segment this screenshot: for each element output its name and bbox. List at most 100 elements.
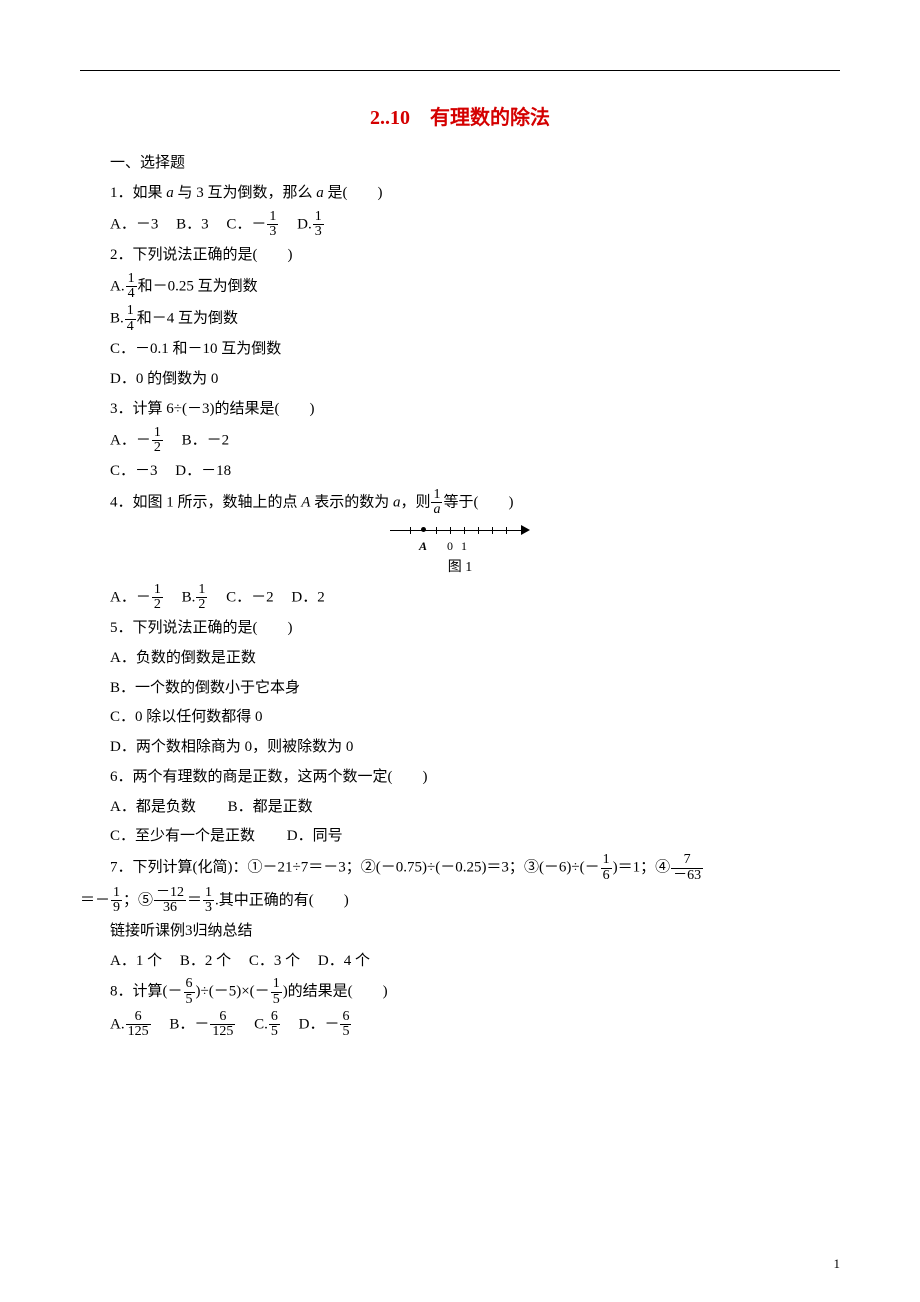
num: 1 <box>203 886 214 901</box>
text: 是( ) <box>324 185 383 201</box>
opt-b: B．－2 <box>182 432 230 448</box>
frac: 14 <box>126 272 137 302</box>
num: 6 <box>126 1010 151 1025</box>
q4-options: A．－12 B.12 C．－2 D．2 <box>80 583 840 613</box>
opt-d: D．－18 <box>175 463 231 479</box>
text: )＝1；④ <box>613 860 671 876</box>
num: 7 <box>671 853 703 868</box>
q2-opt-c: C．－0.1 和－10 互为倒数 <box>80 336 840 364</box>
num: 1 <box>111 886 122 901</box>
opt-a: A．－3 <box>110 216 158 232</box>
q7-stem-line1: 7．下列计算(化简)：①－21÷7＝－3；②(－0.75)÷(－0.25)＝3；… <box>80 853 840 883</box>
q4-stem: 4．如图 1 所示，数轴上的点 A 表示的数为 a，则1a等于( ) <box>80 488 840 518</box>
frac: 15 <box>271 977 282 1007</box>
frac: 12 <box>196 583 207 613</box>
den: 5 <box>269 1024 280 1040</box>
q2-opt-b: B.14和－4 互为倒数 <box>80 304 840 334</box>
opt-d: D．－ <box>299 1016 340 1032</box>
q5-opt-c: C．0 除以任何数都得 0 <box>80 704 840 732</box>
text: )÷(－5)×(－ <box>196 984 270 1000</box>
num: 1 <box>267 210 278 225</box>
q5-stem: 5．下列说法正确的是( ) <box>80 615 840 643</box>
frac: 13 <box>203 886 214 916</box>
num: 6 <box>269 1010 280 1025</box>
q3-opts-row1: A．－12 B．－2 <box>80 426 840 456</box>
q3-opts-row2: C．－3 D．－18 <box>80 458 840 486</box>
den: 3 <box>267 224 278 240</box>
figure-1: A 0 1 <box>80 522 840 551</box>
page-number: 1 <box>834 1256 841 1272</box>
frac: 19 <box>111 886 122 916</box>
opt-c: C．－2 <box>226 589 274 605</box>
num: 1 <box>313 210 324 225</box>
frac: 13 <box>313 210 324 240</box>
frac: 65 <box>184 977 195 1007</box>
text: 4．如图 1 所示，数轴上的点 <box>110 494 301 510</box>
den: 5 <box>340 1024 351 1040</box>
number-line-icon: A 0 1 <box>390 522 530 540</box>
num: 1 <box>125 304 136 319</box>
q1-stem: 1．如果 a 与 3 互为倒数，那么 a 是( ) <box>80 180 840 208</box>
opt-a: A. <box>110 1016 125 1032</box>
q7-link: 链接听课例3归纳总结 <box>80 918 840 946</box>
den: 5 <box>271 992 282 1008</box>
num: 1 <box>271 977 282 992</box>
var-a: a <box>316 185 324 201</box>
label: A. <box>110 278 125 294</box>
content-body: 一、选择题 1．如果 a 与 3 互为倒数，那么 a 是( ) A．－3 B．3… <box>80 150 840 1040</box>
frac: 12 <box>152 583 163 613</box>
opt-b: B．都是正数 <box>228 799 313 815</box>
text: 与 3 互为倒数，那么 <box>174 185 317 201</box>
frac: 14 <box>125 304 136 334</box>
opt-b: B．－ <box>169 1016 209 1032</box>
text: 和－0.25 互为倒数 <box>138 278 258 294</box>
num: 6 <box>210 1010 235 1025</box>
q5-opt-b: B．一个数的倒数小于它本身 <box>80 675 840 703</box>
opt-c: C．－3 <box>110 463 158 479</box>
opt-c: C. <box>254 1016 268 1032</box>
q2-opt-a: A.14和－0.25 互为倒数 <box>80 272 840 302</box>
frac: 16 <box>601 853 612 883</box>
text: .其中正确的有( ) <box>215 892 349 908</box>
q3-stem: 3．计算 6÷(－3)的结果是( ) <box>80 396 840 424</box>
den: 5 <box>184 992 195 1008</box>
text: 7．下列计算(化简)：①－21÷7＝－3；②(－0.75)÷(－0.25)＝3；… <box>110 860 600 876</box>
opt-d: D．4 个 <box>318 953 370 969</box>
page-title: 2..10 有理数的除法 <box>80 101 840 130</box>
text: ＝ <box>187 892 202 908</box>
den: 3 <box>203 900 214 916</box>
axis-label-1: 1 <box>461 535 467 557</box>
var-a: a <box>166 185 174 201</box>
text: 和－4 互为倒数 <box>137 311 238 327</box>
frac: 6125 <box>126 1010 151 1040</box>
opt-b: B. <box>182 589 196 605</box>
q6-stem: 6．两个有理数的商是正数，这两个数一定( ) <box>80 764 840 792</box>
frac: 6125 <box>210 1010 235 1040</box>
den: 4 <box>125 319 136 335</box>
opt-a: A．1 个 <box>110 953 162 969</box>
text: 表示的数为 <box>310 494 393 510</box>
q2-opt-d: D．0 的倒数为 0 <box>80 366 840 394</box>
q6-opts-row2: C．至少有一个是正数 D．同号 <box>80 823 840 851</box>
top-rule <box>80 70 840 71</box>
label: B. <box>110 311 124 327</box>
section-heading: 一、选择题 <box>80 150 840 178</box>
opt-a: A．－ <box>110 589 151 605</box>
opt-c: C．－ <box>226 216 266 232</box>
num: 1 <box>196 583 207 598</box>
text: ；⑤ <box>123 892 153 908</box>
den: －63 <box>671 868 703 884</box>
opt-b: B．3 <box>176 216 209 232</box>
frac: 12 <box>152 426 163 456</box>
opt-d: D．2 <box>291 589 324 605</box>
den: a <box>431 502 442 518</box>
q5-opt-d: D．两个数相除商为 0，则被除数为 0 <box>80 734 840 762</box>
num: 6 <box>340 1010 351 1025</box>
text: 等于( ) <box>443 494 513 510</box>
den: 2 <box>152 597 163 613</box>
opt-d: D. <box>297 216 312 232</box>
opt-d: D．同号 <box>287 828 343 844</box>
text: 8．计算(－ <box>110 984 183 1000</box>
axis-label-a: A <box>419 535 427 557</box>
q7-options: A．1 个 B．2 个 C．3 个 D．4 个 <box>80 948 840 976</box>
